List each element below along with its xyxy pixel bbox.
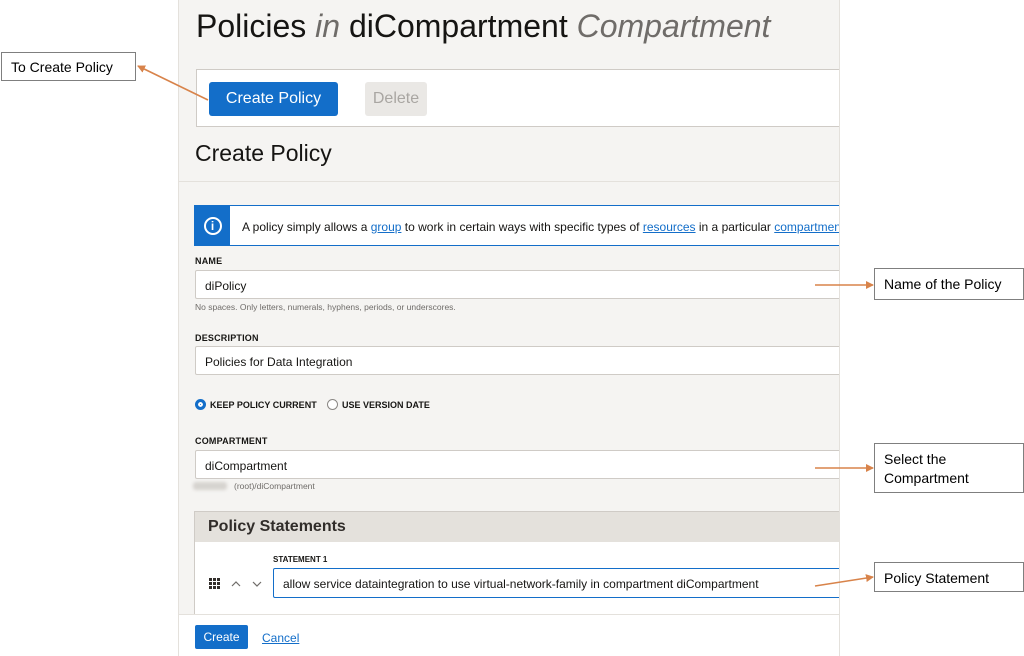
- radio-selected-icon: [195, 399, 206, 410]
- info-text: A policy simply allows a group to work i…: [242, 220, 839, 234]
- policy-statements-header: Policy Statements: [195, 512, 839, 542]
- page-title: Policies in diCompartment Compartment: [196, 8, 770, 45]
- create-policy-screen: Policies in diCompartment Compartment Cr…: [178, 0, 840, 656]
- drag-handle-icon[interactable]: [209, 578, 221, 590]
- name-hint: No spaces. Only letters, numerals, hyphe…: [195, 302, 456, 312]
- description-field[interactable]: Policies for Data Integration: [195, 346, 839, 375]
- compartment-label: COMPARTMENT: [195, 436, 268, 446]
- create-policy-button[interactable]: Create Policy: [209, 82, 338, 116]
- callout-compartment: Select the Compartment: [874, 443, 1024, 493]
- use-version-date-label: USE VERSION DATE: [342, 399, 430, 410]
- cancel-link[interactable]: Cancel: [262, 631, 299, 645]
- callout-statement: Policy Statement: [874, 562, 1024, 592]
- name-label: NAME: [195, 256, 223, 266]
- name-field[interactable]: diPolicy: [195, 270, 839, 299]
- callout-name: Name of the Policy: [874, 268, 1024, 300]
- delete-button: Delete: [365, 82, 427, 116]
- callout-create-policy: To Create Policy: [1, 52, 136, 81]
- radio-unselected-icon: [327, 399, 338, 410]
- group-link[interactable]: group: [371, 220, 402, 234]
- create-button[interactable]: Create: [195, 625, 248, 649]
- page-title-in: in: [315, 8, 341, 44]
- policies-toolbar: Create Policy Delete: [196, 69, 839, 127]
- create-policy-panel-title: Create Policy: [195, 140, 332, 166]
- compartment-path: (root)/diCompartment: [234, 481, 315, 491]
- chevron-up-icon[interactable]: [230, 578, 242, 590]
- chevron-down-icon[interactable]: [251, 578, 263, 590]
- page-title-suffix: Compartment: [576, 8, 771, 44]
- page-title-prefix: Policies: [196, 8, 307, 44]
- compartment-select[interactable]: diCompartment: [195, 450, 839, 479]
- keep-policy-current-radio[interactable]: KEEP POLICY CURRENT: [195, 399, 317, 410]
- keep-policy-current-label: KEEP POLICY CURRENT: [210, 399, 317, 410]
- tenancy-name-redacted: [193, 482, 227, 490]
- page-title-compartment-name: diCompartment: [348, 8, 568, 44]
- use-version-date-radio[interactable]: USE VERSION DATE: [327, 399, 430, 410]
- compartment-link[interactable]: compartment.: [774, 220, 839, 234]
- info-text-part-1: A policy simply allows a: [242, 220, 371, 234]
- info-banner: i A policy simply allows a group to work…: [194, 205, 839, 246]
- form-footer: Create Cancel: [179, 614, 839, 656]
- resources-link[interactable]: resources: [643, 220, 696, 234]
- policy-statements-section: Policy Statements STATEMENT 1 allow serv…: [194, 511, 839, 621]
- info-text-part-2: to work in certain ways with specific ty…: [401, 220, 643, 234]
- info-text-part-3: in a particular: [695, 220, 775, 234]
- statement-input[interactable]: allow service dataintegration to use vir…: [273, 568, 839, 598]
- info-icon: i: [203, 216, 222, 235]
- statement-label: STATEMENT 1: [273, 555, 328, 564]
- description-label: DESCRIPTION: [195, 333, 259, 343]
- info-strip: i: [195, 206, 230, 245]
- panel-divider: [179, 181, 839, 182]
